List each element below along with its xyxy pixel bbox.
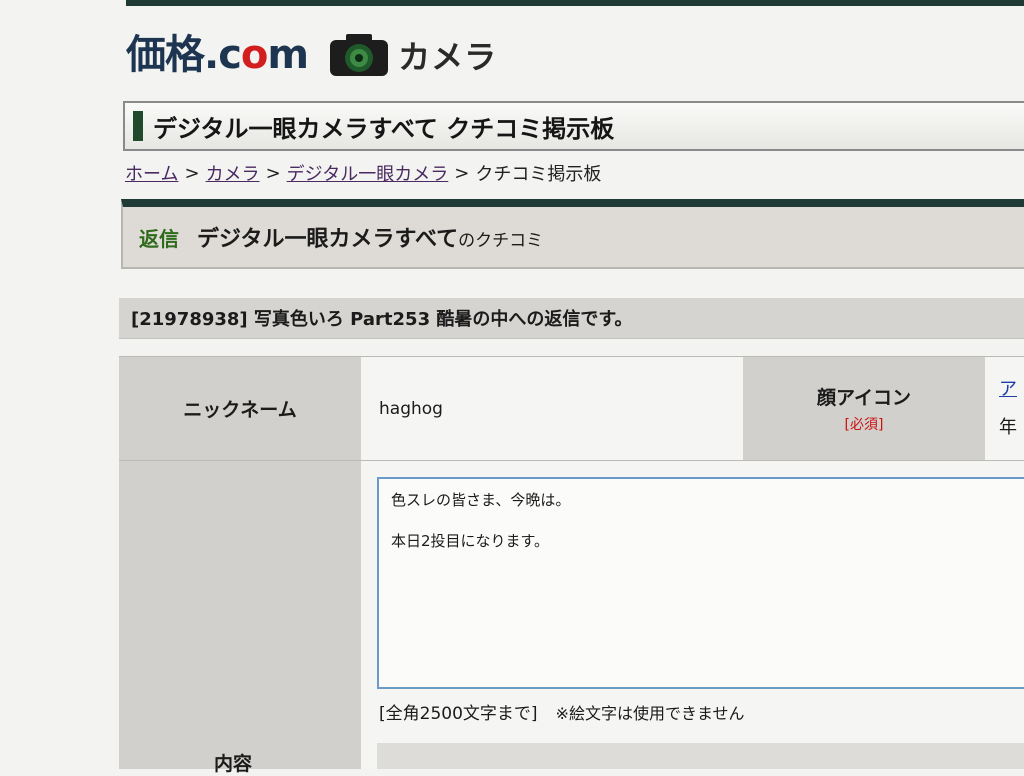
content-line: 色スレの皆さま、今晩は。 <box>391 491 571 509</box>
face-icon-options: ア 年 <box>985 357 1024 460</box>
reply-board-title: デジタル一眼カメラすべてのクチコミ <box>197 221 543 253</box>
breadcrumb-home-link[interactable]: ホーム <box>125 160 178 186</box>
logo-o-letter: o <box>240 32 269 78</box>
face-icon-link[interactable]: ア <box>999 375 1017 401</box>
char-limit-note: [全角2500文字まで] ※絵文字は使用できません <box>379 699 744 724</box>
breadcrumb-separator: > <box>454 162 470 184</box>
title-accent-bar <box>133 111 143 141</box>
content-label-cell: 内容 <box>119 461 361 775</box>
char-limit-text: [全角2500文字まで] <box>379 704 538 724</box>
logo-brand-text: 価格 <box>126 32 205 78</box>
content-cell: 色スレの皆さま、今晩は。 本日2投目になります。 [全角2500文字まで] ※絵文… <box>361 461 1024 769</box>
breadcrumb-separator: > <box>265 162 281 184</box>
board-title-box: デジタル一眼カメラすべて クチコミ掲示板 <box>123 101 1024 151</box>
nickname-value: haghog <box>361 357 743 460</box>
content-textarea[interactable]: 色スレの皆さま、今晩は。 本日2投目になります。 <box>377 477 1024 689</box>
logo-dotcom-text: .c <box>204 32 242 78</box>
reply-header-panel: 返信 デジタル一眼カメラすべてのクチコミ <box>121 199 1024 269</box>
emoji-note: ※絵文字は使用できません <box>555 704 745 723</box>
reply-board-name: デジタル一眼カメラすべて <box>197 227 459 252</box>
site-logo[interactable]: 価格.com カメラ <box>126 30 497 80</box>
breadcrumb-dslr-link[interactable]: デジタル一眼カメラ <box>287 160 449 186</box>
reply-subject: [21978938] 写真色いろ Part253 酷暑の中への返信です。 <box>131 309 633 330</box>
nickname-row: ニックネーム haghog 顔アイコン [必須] ア 年 <box>119 357 1024 461</box>
logo-wordmark: 価格.com <box>126 32 309 78</box>
logo-section-text: カメラ <box>398 38 498 76</box>
content-next-field <box>377 743 1024 769</box>
reply-form: ニックネーム haghog 顔アイコン [必須] ア 年 内容 色スレの皆さま、… <box>119 356 1024 775</box>
face-icon-label: 顔アイコン <box>816 387 912 409</box>
face-icon-label-cell: 顔アイコン [必須] <box>743 357 985 460</box>
nickname-label: ニックネーム <box>119 357 361 460</box>
reply-label: 返信 <box>139 226 179 251</box>
camera-icon <box>328 32 390 78</box>
reply-board-suffix: のクチコミ <box>458 231 544 251</box>
reply-subject-bar: [21978938] 写真色いろ Part253 酷暑の中への返信です。 <box>119 298 1024 339</box>
breadcrumb-current: クチコミ掲示板 <box>475 164 602 185</box>
required-badge: [必須] <box>844 417 884 433</box>
page-title: デジタル一眼カメラすべて クチコミ掲示板 <box>153 114 615 143</box>
logo-m-letter: m <box>267 32 309 78</box>
breadcrumb: ホーム > カメラ > デジタル一眼カメラ > クチコミ掲示板 <box>125 160 601 186</box>
content-line: 本日2投目になります。 <box>391 532 550 550</box>
content-label: 内容 <box>214 753 253 775</box>
breadcrumb-camera-link[interactable]: カメラ <box>206 160 260 186</box>
breadcrumb-separator: > <box>184 162 200 184</box>
face-icon-age-text: 年 <box>999 417 1017 438</box>
top-rule <box>126 0 1024 6</box>
